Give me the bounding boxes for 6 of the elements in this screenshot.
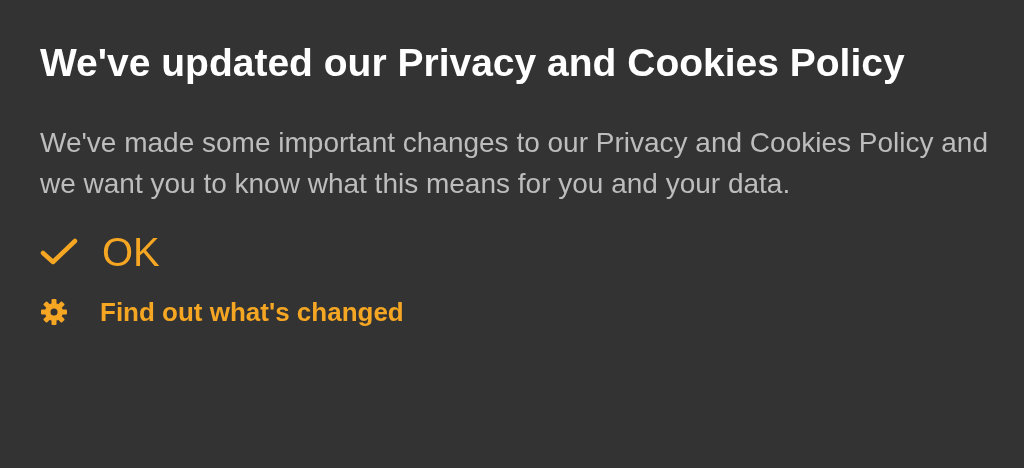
gear-icon xyxy=(40,298,68,326)
whats-changed-link[interactable]: Find out what's changed xyxy=(40,296,404,328)
dialog-message: We've made some important changes to our Privacy and Cookies Policy and we want you to know what this means for you and your data. xyxy=(40,126,989,201)
checkmark-icon xyxy=(40,237,78,267)
dialog-title: We've updated our Privacy and Cookies Policy xyxy=(40,40,906,86)
ok-button[interactable]: OK xyxy=(40,228,160,276)
